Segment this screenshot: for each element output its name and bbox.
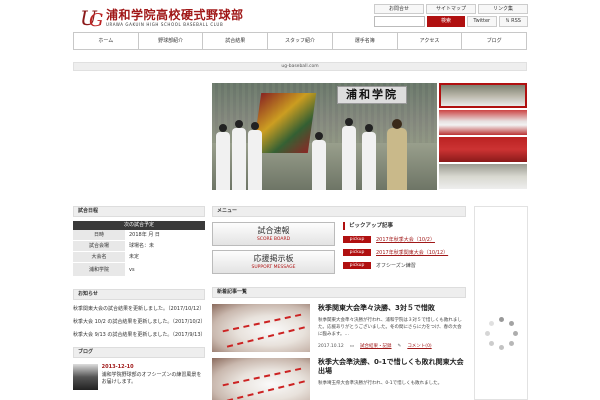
nav-access[interactable]: アクセス — [398, 33, 463, 49]
article-item: 秋季関東大会準々決勝、3対５で惜敗 秋季関東大会準々決勝が行われ、浦和学院は３対… — [212, 304, 466, 352]
global-nav: ホーム 野球部紹介 試合結果 スタッフ紹介 選手名簿 アクセス ブログ — [73, 32, 527, 50]
pickup-link[interactable]: 2017年秋季関東大会（10/12） — [376, 249, 448, 256]
schedule-subheading: 次の試合予定 — [73, 221, 205, 230]
schedule-key: 大会名 — [73, 252, 125, 262]
article-title[interactable]: 秋季関東大会準々決勝、3対５で惜敗 — [318, 304, 466, 313]
article-excerpt: 秋季埼玉県大会準決勝が行われ、0-1で惜しくも敗れました。 — [318, 381, 443, 386]
hero-player — [312, 132, 326, 190]
schedule-heading: 試合日程 — [73, 206, 205, 217]
left-sidebar: 試合日程 次の試合予定 日時 2018年 月 日 試合会場 球場名：未 大会名 … — [73, 206, 206, 390]
article-meta: 2017.10.12 ▭ 試合結果・記録 ✎ コメント(0) — [318, 343, 466, 350]
hero-player — [248, 122, 262, 190]
schedule-key: 試合会場 — [73, 241, 125, 251]
hero-player — [232, 120, 246, 190]
logo-subtitle: URAWA GAKUIN HIGH SCHOOL BASEBALL CLUB — [106, 22, 224, 27]
support-message-button[interactable]: 応援掲示板 SUPPORT MESSAGE — [212, 250, 335, 274]
top-link-links[interactable]: リンク集 — [478, 4, 528, 14]
loading-spinner-icon — [485, 317, 519, 351]
article-excerpt: 秋季関東大会準々決勝が行われ、浦和学院は３対５で惜しくも敗れました。応援ありがと… — [318, 318, 462, 337]
blog-item[interactable]: 2013-12-10 浦和学院野球部のオフシーズンの練習風景をお届けします。 — [73, 364, 205, 390]
url-banner: ug-baseball.com — [73, 62, 527, 71]
rss-label: RSS — [511, 18, 521, 24]
article-category[interactable]: 試合結果・記録 — [360, 343, 392, 349]
score-board-sublabel: SCORE BOARD — [256, 237, 291, 242]
hero-thumb-1[interactable] — [439, 83, 527, 108]
blog-title[interactable]: 浦和学院野球部のオフシーズンの練習風景をお届けします。 — [102, 372, 205, 386]
top-link-contact[interactable]: お問合せ — [374, 4, 424, 14]
menu-heading: メニュー — [212, 206, 466, 217]
news-heading: お知らせ — [73, 289, 205, 300]
support-message-sublabel: SUPPORT MESSAGE — [251, 265, 296, 270]
pickup-link[interactable]: オフシーズン練習 — [376, 262, 416, 269]
article-title[interactable]: 秋季大会準決勝、0-1で惜しくも敗れ関東大会出場 — [318, 358, 466, 376]
top-links: お問合せ サイトマップ リンク集 — [374, 4, 528, 14]
blog-date: 2013-12-10 — [101, 364, 134, 370]
blog-thumbnail[interactable] — [73, 364, 98, 390]
right-widget — [474, 206, 528, 400]
site-logo[interactable]: UG 浦和学院高校硬式野球部 URAWA GAKUIN HIGH SCHOOL … — [80, 5, 270, 31]
nav-roster[interactable]: 選手名簿 — [333, 33, 398, 49]
hero-officer — [387, 119, 407, 190]
hero-slideshow[interactable]: 浦和学院 — [212, 83, 437, 190]
news-item[interactable]: 秋季関東大会の試合結果を更新しました。（2017/10/12） — [73, 306, 205, 313]
schedule-row: 日時 2018年 月 日 — [73, 230, 205, 241]
hero-sign: 浦和学院 — [337, 86, 407, 104]
pickup-item[interactable]: pickup オフシーズン練習 — [343, 262, 466, 269]
pickup-link[interactable]: 2017年秋季大会（10/2） — [376, 236, 435, 243]
search-button[interactable]: 検索 — [427, 16, 465, 27]
logo-title: 浦和学院高校硬式野球部 — [106, 8, 244, 22]
nav-about[interactable]: 野球部紹介 — [139, 33, 204, 49]
twitter-link[interactable]: Twitter — [467, 16, 497, 27]
schedule-value: 未定 — [125, 252, 205, 262]
news-item[interactable]: 秋季大会 9/13 の試合結果を更新しました。（2017/9/13） — [73, 332, 206, 339]
blog-heading: ブログ — [73, 347, 205, 358]
pickup-badge: pickup — [343, 262, 371, 269]
score-board-label: 試合速報 — [257, 226, 290, 235]
pickup-badge: pickup — [343, 249, 371, 256]
schedule-key: 浦和学院 — [73, 263, 125, 276]
hero-thumb-4[interactable] — [439, 164, 527, 189]
article-thumbnail[interactable] — [212, 358, 310, 400]
schedule-row: 試合会場 球場名：未 — [73, 241, 205, 252]
folder-icon: ▭ — [349, 343, 355, 349]
pickup-heading: ピックアップ記事 — [343, 222, 466, 230]
nav-home[interactable]: ホーム — [74, 33, 139, 49]
hero-player — [342, 118, 356, 190]
article-date: 2017.10.12 — [318, 343, 344, 349]
rss-icon: ℕ — [505, 18, 510, 24]
article-item: 秋季大会準決勝、0-1で惜しくも敗れ関東大会出場 秋季埼玉県大会準決勝が行われ、… — [212, 358, 466, 400]
schedule-key: 日時 — [73, 230, 125, 240]
pickup-list: ピックアップ記事 pickup 2017年秋季大会（10/2） pickup 2… — [343, 222, 466, 278]
search-input[interactable] — [374, 16, 425, 27]
latest-heading: 新着記事一覧 — [212, 287, 466, 298]
hero-thumbnails — [439, 83, 527, 191]
rss-link[interactable]: ℕ RSS — [498, 16, 528, 27]
schedule-value: 球場名：未 — [125, 241, 205, 251]
hero-thumb-3[interactable] — [439, 137, 527, 162]
support-message-label: 応援掲示板 — [253, 254, 294, 263]
article-comments[interactable]: コメント(0) — [407, 343, 431, 349]
hero-player — [362, 124, 376, 190]
pickup-item[interactable]: pickup 2017年秋季関東大会（10/12） — [343, 249, 466, 256]
score-board-button[interactable]: 試合速報 SCORE BOARD — [212, 222, 335, 246]
nav-results[interactable]: 試合結果 — [203, 33, 269, 49]
comment-icon: ✎ — [397, 343, 402, 349]
hero-banner-flag — [252, 93, 317, 153]
hero-thumb-2[interactable] — [439, 110, 527, 135]
news-item[interactable]: 秋季大会 10/2 の試合結果を更新しました。（2017/10/2） — [73, 319, 206, 326]
main-content: メニュー 試合速報 SCORE BOARD 応援掲示板 SUPPORT MESS… — [212, 206, 466, 400]
nav-staff[interactable]: スタッフ紹介 — [268, 33, 333, 49]
pickup-badge: pickup — [343, 236, 371, 243]
pickup-item[interactable]: pickup 2017年秋季大会（10/2） — [343, 236, 466, 243]
article-thumbnail[interactable] — [212, 304, 310, 352]
hero-player — [216, 124, 230, 190]
schedule-row: 浦和学院 vs — [73, 263, 205, 277]
nav-blog[interactable]: ブログ — [462, 33, 526, 49]
schedule-value: vs — [125, 263, 205, 276]
search-row: 検索 Twitter ℕ RSS — [374, 16, 528, 27]
top-link-sitemap[interactable]: サイトマップ — [426, 4, 476, 14]
schedule-row: 大会名 未定 — [73, 252, 205, 263]
logo-mark: UG — [80, 6, 104, 31]
schedule-value: 2018年 月 日 — [125, 230, 205, 240]
